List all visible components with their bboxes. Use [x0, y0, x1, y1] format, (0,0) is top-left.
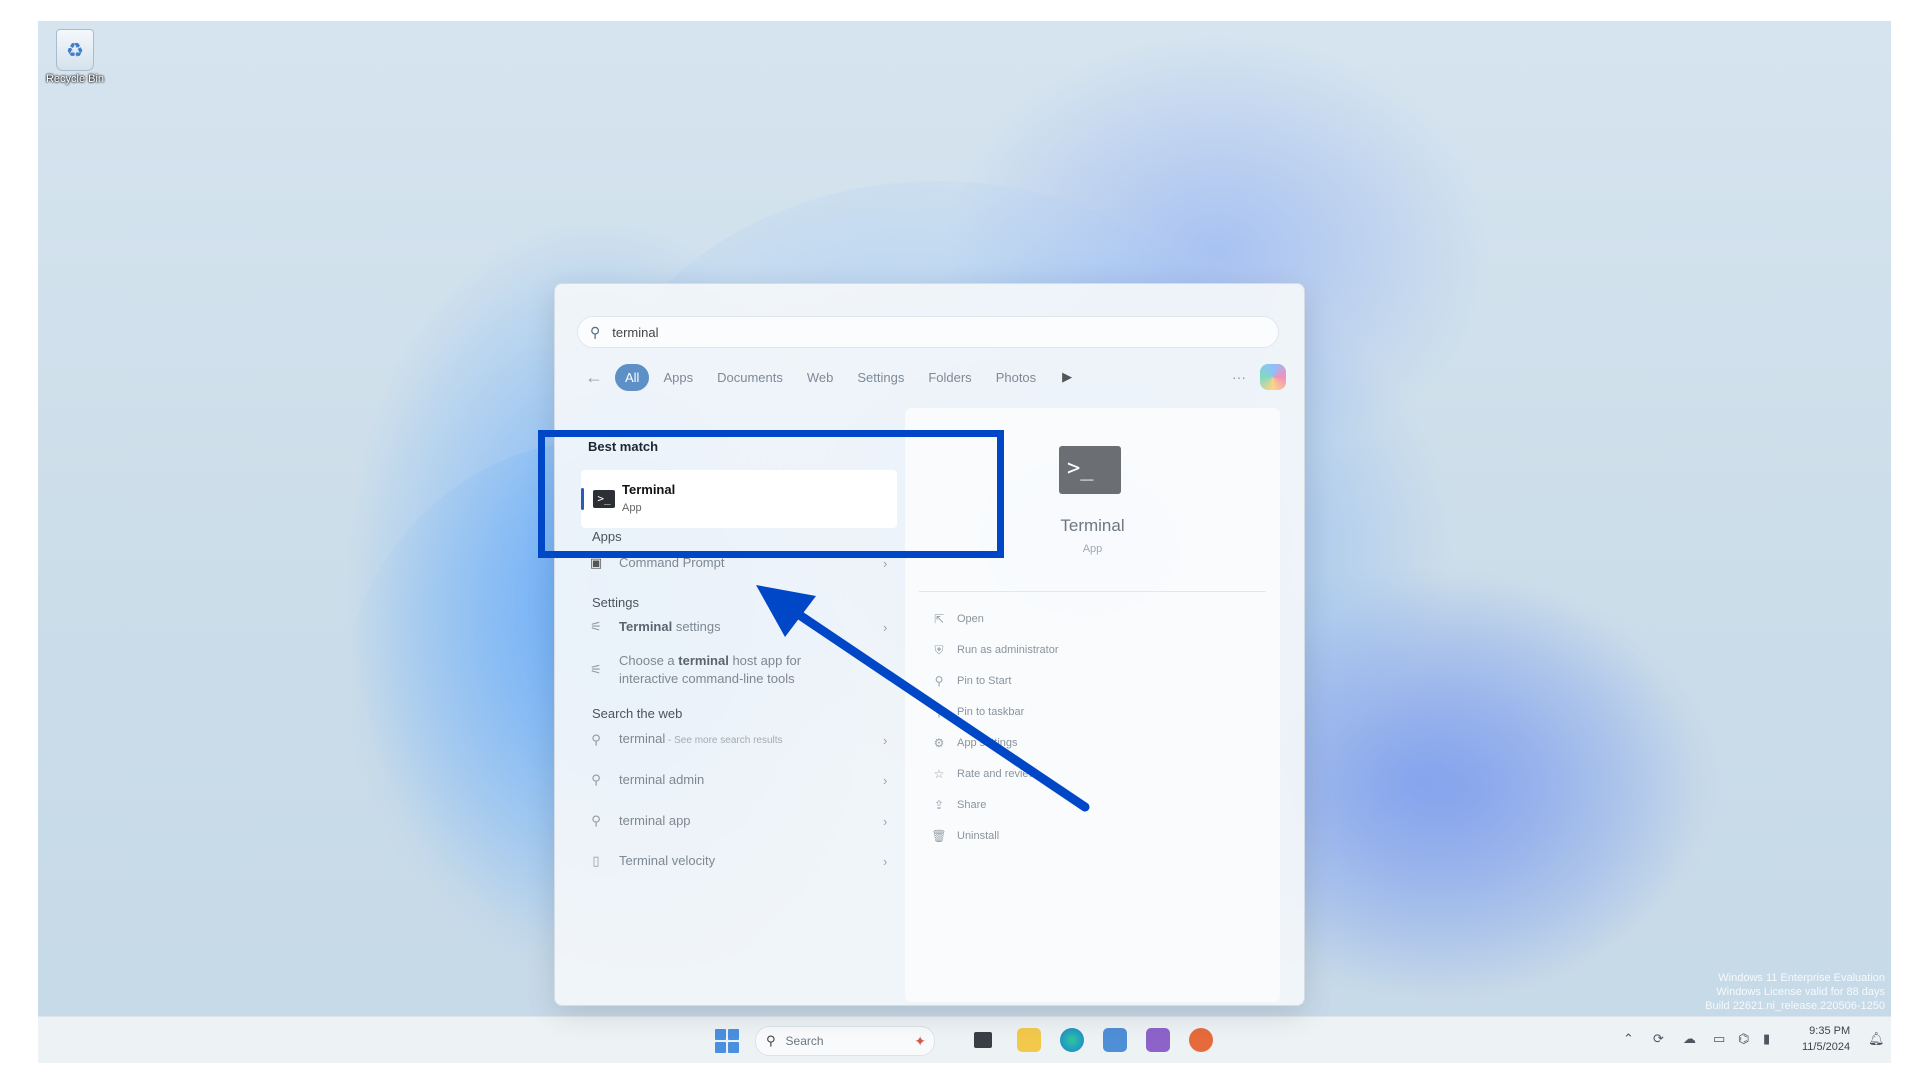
arrowhead — [756, 585, 816, 637]
arrow-shaft — [787, 605, 1090, 812]
annotation-arrow — [756, 585, 1090, 812]
